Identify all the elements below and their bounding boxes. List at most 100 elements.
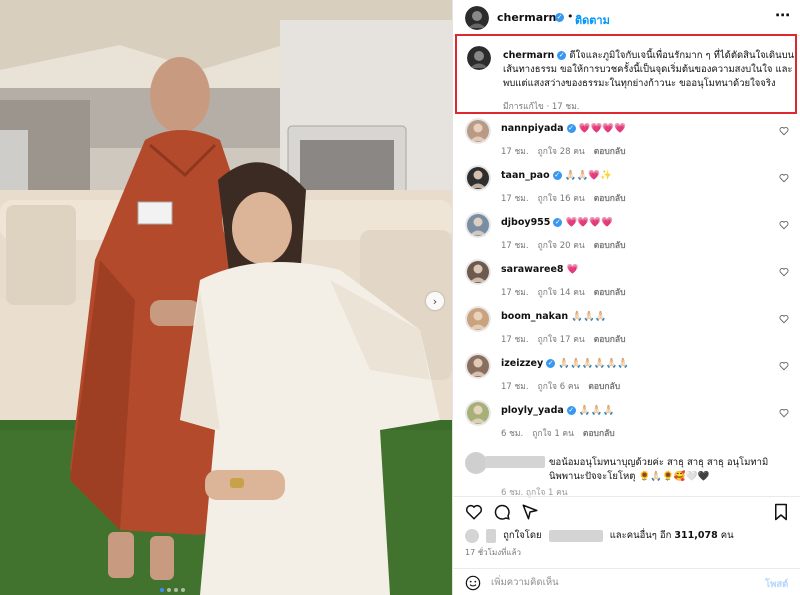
likes-suffix: คน — [720, 530, 734, 541]
post-author-username[interactable]: chermarn — [497, 11, 556, 24]
comment-like-icon[interactable] — [779, 220, 789, 230]
likes-summary[interactable]: ถูกใจโดย และคนอื่นๆ อีก 311,078 คน — [465, 528, 734, 543]
caption-avatar[interactable] — [467, 46, 491, 70]
reply-button[interactable]: ตอบกลับ — [594, 335, 626, 345]
reply-button[interactable]: ตอบกลับ — [594, 241, 626, 251]
post-photo[interactable]: › — [0, 0, 452, 595]
comment-line: ployly_yada ✓ 🙏🏻🙏🏻🙏🏻 — [501, 405, 614, 416]
comment-text: 💗 — [566, 264, 579, 275]
comment-line: nannpiyada ✓ 💗💗💗💗 — [501, 123, 626, 134]
comment-text: 💗💗💗💗 — [578, 123, 626, 134]
comment-meta: 17 ชม. ถูกใจ 17 คน ตอบกลับ — [501, 332, 635, 346]
comment-like-icon[interactable] — [779, 126, 789, 136]
commenter-avatar[interactable] — [465, 353, 491, 379]
comment-likes[interactable]: ถูกใจ 14 คน — [538, 288, 585, 298]
comment-meta: 17 ชม. ถูกใจ 14 คน ตอบกลับ — [501, 285, 635, 299]
bookmark-icon[interactable] — [773, 503, 789, 521]
commenter-avatar[interactable] — [465, 118, 491, 144]
comment-meta: 17 ชม. ถูกใจ 6 คน ตอบกลับ — [501, 379, 629, 393]
post-comment-button[interactable]: โพสต์ — [765, 577, 788, 592]
comment-bubble-icon[interactable] — [493, 503, 511, 521]
blurred-username — [485, 456, 545, 468]
comment-text: 💗💗💗💗 — [565, 217, 613, 228]
next-photo-button[interactable]: › — [426, 292, 444, 310]
action-bar — [453, 496, 800, 528]
comment-time: 17 ชม. — [501, 288, 529, 298]
comment-likes[interactable]: ถูกใจ 20 คน — [538, 241, 585, 251]
separator: • — [567, 10, 574, 23]
comment-time: 6 ชม. — [501, 429, 524, 439]
comment-username[interactable]: ployly_yada — [501, 405, 564, 416]
carousel-dot — [174, 588, 178, 592]
reply-button[interactable]: ตอบกลับ — [588, 382, 620, 392]
comment-likes[interactable]: ถูกใจ 17 คน — [538, 335, 585, 345]
comment-time: 17 ชม. — [501, 147, 529, 157]
profile-avatar[interactable] — [465, 6, 489, 30]
comment-username[interactable]: djboy955 — [501, 217, 550, 228]
more-options-icon[interactable]: ⋯ — [775, 6, 791, 24]
reply-button[interactable]: ตอบกลับ — [594, 194, 626, 204]
comment-row: nannpiyada ✓ 💗💗💗💗 17 ชม. ถูกใจ 28 คน ตอบกลับ — [453, 118, 800, 162]
commenter-avatar[interactable] — [465, 306, 491, 332]
comment-like-icon[interactable] — [779, 361, 789, 371]
commenter-avatar[interactable] — [465, 259, 491, 285]
follow-button[interactable]: ติดตาม — [575, 11, 610, 29]
verified-badge-icon: ✓ — [557, 51, 567, 60]
verified-badge-icon: ✓ — [566, 124, 576, 133]
blurred-text — [486, 528, 497, 543]
comment-username[interactable]: izeizzey — [501, 358, 543, 369]
reply-button[interactable]: ตอบกลับ — [583, 429, 615, 439]
comment-likes[interactable]: ถูกใจ 1 คน — [532, 429, 574, 439]
comment-text: 🙏🏻🙏🏻🙏🏻 — [578, 405, 615, 416]
add-comment-bar: โพสต์ — [453, 568, 800, 595]
commenter-avatar[interactable] — [465, 212, 491, 238]
comment-like-icon[interactable] — [779, 267, 789, 277]
photo-illustration — [0, 0, 452, 595]
comment-meta: 17 ชม. ถูกใจ 20 คน ตอบกลับ — [501, 238, 635, 252]
commenter-avatar[interactable] — [465, 400, 491, 426]
verified-badge-icon: ✓ — [552, 171, 562, 180]
heart-outline-icon[interactable] — [465, 503, 483, 521]
comment-meta: 6 ชม. ถูกใจ 1 คน ตอบกลับ — [501, 426, 624, 440]
caption-highlight-box: chermarn ✓ ดีใจและภูมิใจกับเจนี้เพื่อนรั… — [455, 34, 797, 114]
liker-avatar — [465, 528, 479, 543]
caption-username[interactable]: chermarn — [503, 50, 554, 61]
carousel-dots — [160, 588, 185, 592]
comment-like-icon[interactable] — [779, 314, 789, 324]
comment-row: djboy955 ✓ 💗💗💗💗 17 ชม. ถูกใจ 20 คน ตอบกลับ — [453, 212, 800, 256]
reply-button[interactable]: ตอบกลับ — [594, 147, 626, 157]
comment-line: taan_pao ✓ 🙏🏻🙏🏻💗✨ — [501, 170, 612, 181]
comment-row: sarawaree8 💗 17 ชม. ถูกใจ 14 คน ตอบกลับ — [453, 259, 800, 303]
comment-username[interactable]: nannpiyada — [501, 123, 564, 134]
comment-text: ขอน้อมอนุโมทนาบุญด้วยค่ะ สาธุ สาธุ สาธุ … — [549, 457, 769, 482]
comment-username[interactable]: boom_nakan — [501, 311, 568, 322]
comment-likes[interactable]: ถูกใจ 16 คน — [538, 194, 585, 204]
post-caption: chermarn ✓ ดีใจและภูมิใจกับเจนี้เพื่อนรั… — [503, 49, 795, 91]
comment-line: sarawaree8 💗 — [501, 264, 578, 275]
comment-line: boom_nakan 🙏🏻🙏🏻🙏🏻 — [501, 311, 607, 322]
comment-likes[interactable]: ถูกใจ 28 คน — [538, 147, 585, 157]
chevron-right-icon: › — [432, 294, 438, 308]
comment-line: djboy955 ✓ 💗💗💗💗 — [501, 217, 613, 228]
comment-time: 17 ชม. — [501, 382, 529, 392]
comment-text: 🙏🏻🙏🏻🙏🏻 — [571, 311, 607, 322]
comment-like-icon[interactable] — [779, 408, 789, 418]
carousel-dot — [160, 588, 164, 592]
commenter-avatar[interactable] — [465, 165, 491, 191]
reply-button[interactable]: ตอบกลับ — [594, 288, 626, 298]
comment-input[interactable] — [491, 574, 741, 590]
likes-middle: และคนอื่นๆ อีก — [609, 530, 672, 541]
comment-time: 17 ชม. — [501, 194, 529, 204]
verified-badge-icon: ✓ — [546, 359, 556, 368]
comment-likes[interactable]: ถูกใจ 6 คน — [538, 382, 580, 392]
comment-like-icon[interactable] — [779, 173, 789, 183]
comment-time: 17 ชม. — [501, 241, 529, 251]
smiley-icon[interactable] — [465, 575, 481, 591]
instagram-post-view: › chermarn ✓ • ติดตาม ⋯ chermarn ✓ ดีใจแ… — [0, 0, 800, 595]
comment-username[interactable]: taan_pao — [501, 170, 550, 181]
comment-username[interactable]: sarawaree8 — [501, 264, 564, 275]
blurred-username — [548, 529, 603, 542]
post-header: chermarn ✓ • ติดตาม ⋯ — [453, 0, 800, 36]
blurred-avatar — [465, 452, 487, 474]
paper-plane-icon[interactable] — [521, 503, 539, 521]
